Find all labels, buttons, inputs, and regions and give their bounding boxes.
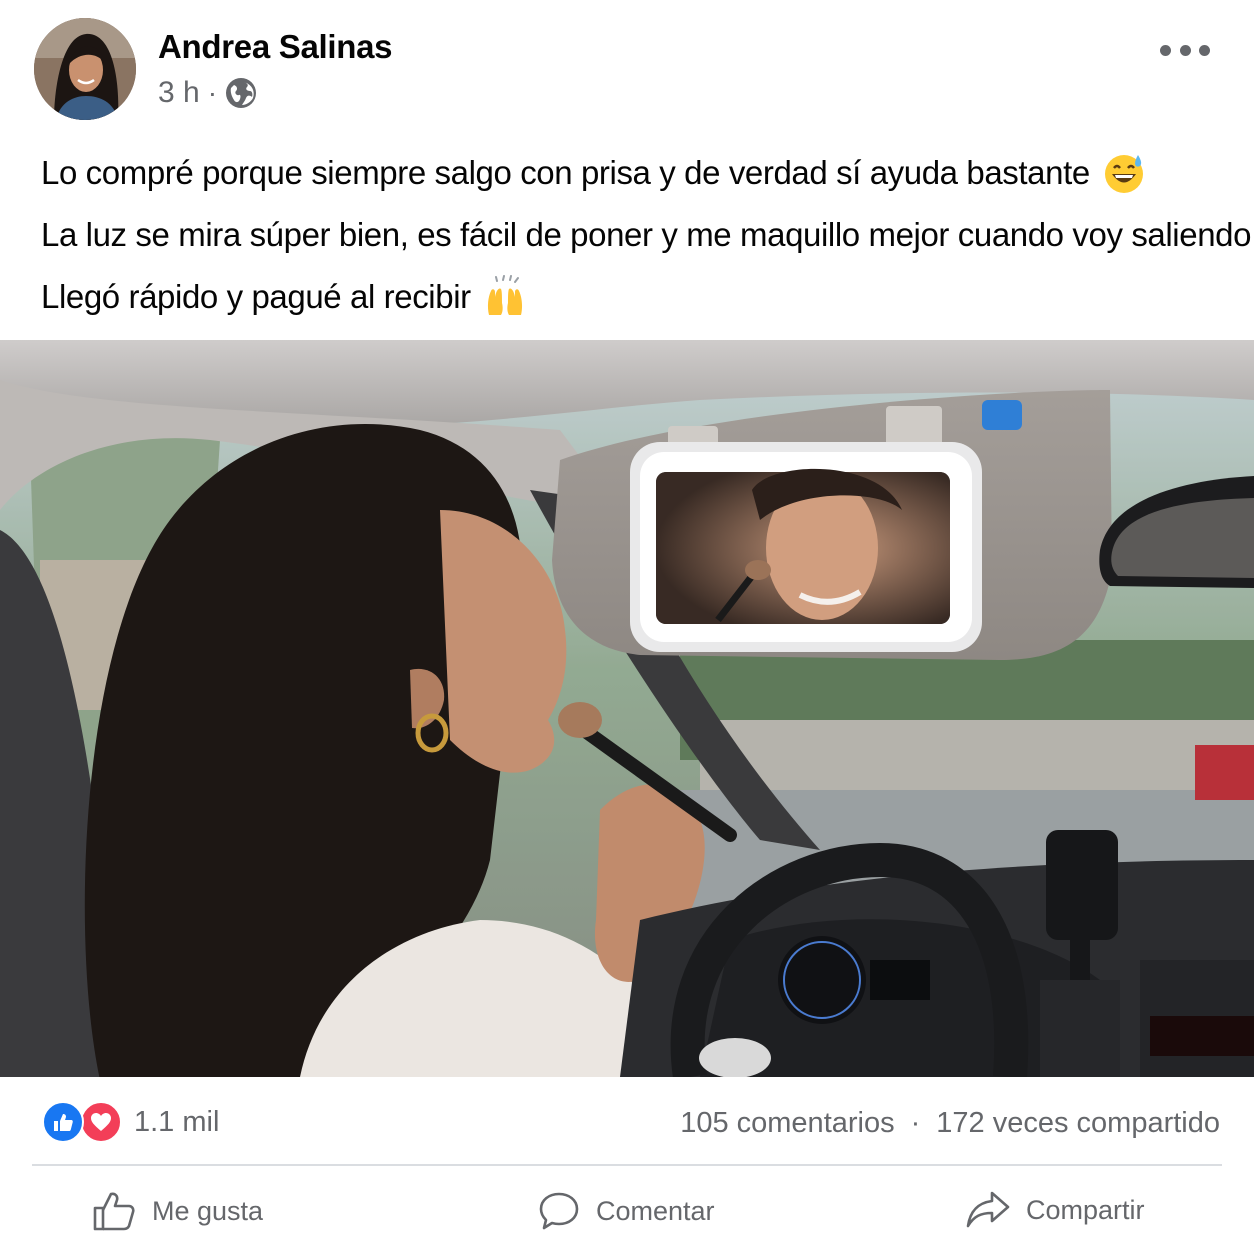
more-options-button[interactable]: [1160, 36, 1210, 64]
post-meta: 3 h ·: [158, 76, 257, 110]
post-time[interactable]: 3 h: [158, 76, 200, 110]
dot-icon: [1199, 44, 1210, 56]
comment-label: Comentar: [596, 1195, 715, 1226]
dot-icon: [1160, 44, 1171, 56]
share-label: Compartir: [1026, 1194, 1145, 1225]
post-body: Lo compré porque siempre salgo con prisa…: [41, 142, 1254, 328]
counts-separator: ·: [910, 1107, 921, 1139]
avatar[interactable]: [34, 18, 136, 120]
shares-count[interactable]: 172 veces compartido: [936, 1107, 1220, 1140]
engagement-counts: 1.1 mil 105 comentarios · 172 veces comp…: [0, 1077, 1254, 1165]
post-line-3: Llegó rápido y pagué al recibir: [41, 266, 1241, 328]
comment-share-counts: 105 comentarios · 172 veces compartido: [680, 1107, 1220, 1140]
share-arrow-icon: [966, 1191, 1010, 1228]
like-label: Me gusta: [152, 1195, 264, 1226]
divider: [32, 1164, 1222, 1166]
facebook-post: Andrea Salinas 3 h · Lo compré porque si…: [0, 0, 1254, 1254]
thumbs-up-icon: [93, 1192, 135, 1231]
comments-count[interactable]: 105 comentarios: [680, 1107, 894, 1140]
comment-bubble-icon: [539, 1192, 579, 1230]
post-line-2: La luz se mira súper bien, es fácil de p…: [41, 204, 1254, 266]
like-button[interactable]: Me gusta: [92, 1190, 263, 1232]
like-reaction-icon: [42, 1101, 84, 1143]
post-line-1: Lo compré porque siempre salgo con prisa…: [41, 142, 1241, 204]
love-reaction-icon: [80, 1101, 122, 1143]
post-text-line: Llegó rápido y pagué al recibir: [41, 278, 471, 315]
post-text-line: Lo compré porque siempre salgo con prisa…: [41, 154, 1090, 191]
raising-hands-emoji: [487, 275, 522, 315]
comment-button[interactable]: Comentar: [538, 1190, 715, 1232]
dot-icon: [1179, 44, 1191, 56]
avatar-photo: [34, 18, 136, 120]
reactions-summary[interactable]: 1.1 mil: [42, 1101, 219, 1143]
post-photo[interactable]: [0, 340, 1254, 1077]
globe-icon[interactable]: [225, 77, 257, 109]
author-name[interactable]: Andrea Salinas: [158, 28, 393, 66]
post-text-line: La luz se mira súper bien, es fácil de p…: [41, 216, 1254, 253]
photo-car-mirror: [0, 340, 1254, 1077]
share-button[interactable]: Compartir: [966, 1190, 1145, 1230]
meta-separator: ·: [207, 77, 218, 108]
grinning-sweat-emoji: [1104, 155, 1143, 193]
reaction-count: 1.1 mil: [134, 1105, 220, 1138]
action-bar: Me gusta Comentar Compartir: [0, 1168, 1254, 1254]
